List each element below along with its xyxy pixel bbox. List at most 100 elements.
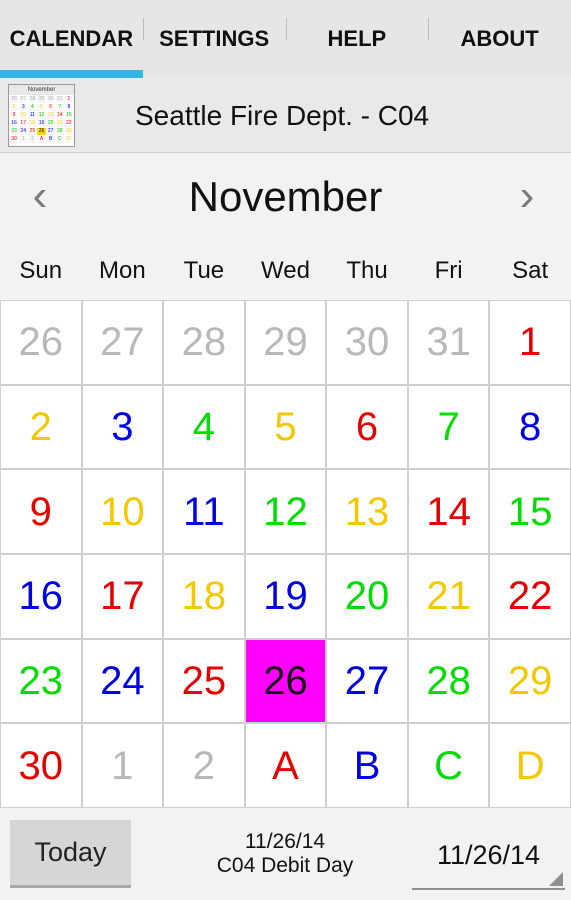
date-select[interactable]: 11/26/14 xyxy=(412,834,565,890)
thumbnail-day: 31 xyxy=(55,96,64,103)
tab-calendar[interactable]: CALENDAR xyxy=(0,0,143,78)
thumbnail-day: 30 xyxy=(10,136,19,143)
day-cell[interactable]: 8 xyxy=(490,385,570,469)
day-cell[interactable]: 29 xyxy=(490,639,570,723)
day-cell[interactable]: 13 xyxy=(327,470,407,553)
day-cell[interactable]: 27 xyxy=(82,301,163,384)
day-cell[interactable]: 30 xyxy=(1,724,81,807)
thumbnail-day: 22 xyxy=(64,120,73,127)
thumbnail-day: 24 xyxy=(19,128,28,135)
day-cell[interactable]: 1 xyxy=(490,301,570,384)
thumbnail-day: 19 xyxy=(37,120,46,127)
day-cell[interactable]: 27 xyxy=(327,639,407,723)
thumbnail-day: A xyxy=(37,136,46,143)
app-header: November 26 27 28 29 30 31 1 2 3 4 5 6 7 8 9 10 11 12 13 14… xyxy=(0,78,571,153)
day-cell[interactable]: C xyxy=(408,724,489,807)
day-cell[interactable]: 21 xyxy=(408,554,489,638)
day-cell[interactable]: 7 xyxy=(408,385,489,469)
day-cell[interactable]: 10 xyxy=(82,470,163,553)
thumbnail-day: 29 xyxy=(37,96,46,103)
thumbnail-day: 28 xyxy=(55,128,64,135)
thumbnail-day: 26 xyxy=(10,96,19,103)
day-cell[interactable]: 22 xyxy=(490,554,570,638)
thumbnail-day: B xyxy=(46,136,55,143)
page-title: Seattle Fire Dept. - C04 xyxy=(135,100,430,131)
day-cell-selected[interactable]: 26 xyxy=(245,639,326,723)
thumbnail-day: 13 xyxy=(46,112,55,119)
thumbnail-day: 1 xyxy=(64,96,73,103)
weekday-mon: Mon xyxy=(99,257,146,284)
thumbnail-day: 21 xyxy=(55,120,64,127)
day-cell[interactable]: 16 xyxy=(1,554,81,638)
day-cell[interactable]: 11 xyxy=(164,470,244,553)
day-cell[interactable]: A xyxy=(245,724,326,807)
thumbnail-day: 7 xyxy=(55,104,64,111)
day-cell[interactable]: 9 xyxy=(1,470,81,553)
day-cell[interactable]: 2 xyxy=(164,724,244,807)
weekday-fri: Fri xyxy=(434,257,463,284)
day-cell[interactable]: 6 xyxy=(327,385,407,469)
day-cell[interactable]: 1 xyxy=(82,724,163,807)
spinner-corner-icon xyxy=(549,872,563,886)
day-cell[interactable]: 15 xyxy=(490,470,570,553)
weekday-sun: Sun xyxy=(19,257,63,284)
day-cell[interactable]: 2 xyxy=(1,385,81,469)
day-cell[interactable]: 12 xyxy=(245,470,326,553)
thumbnail-day: 9 xyxy=(10,112,19,119)
weekday-tue: Tue xyxy=(183,257,225,284)
thumbnail-day: 4 xyxy=(28,104,37,111)
day-cell[interactable]: 3 xyxy=(82,385,163,469)
thumbnail-day: 15 xyxy=(64,112,73,119)
thumbnail-day: 1 xyxy=(19,136,28,143)
day-cell[interactable]: 14 xyxy=(408,470,489,553)
day-cell[interactable]: B xyxy=(327,724,407,807)
weekday-header: Sun Mon Tue Wed Thu Fri Sat xyxy=(0,248,571,296)
day-cell[interactable]: 31 xyxy=(408,301,489,384)
day-cell[interactable]: 25 xyxy=(164,639,244,723)
thumbnail-day: 11 xyxy=(28,112,37,119)
thumbnail-day: 27 xyxy=(19,96,28,103)
day-cell[interactable]: 5 xyxy=(245,385,326,469)
chevron-right-icon[interactable]: › xyxy=(507,173,547,223)
footer-bar: Today 11/26/14 C04 Debit Day 11/26/14 xyxy=(0,810,571,900)
day-cell[interactable]: 19 xyxy=(245,554,326,638)
weekday-wed: Wed xyxy=(261,257,310,284)
thumbnail-day: 5 xyxy=(37,104,46,111)
selected-date-info: 11/26/14 C04 Debit Day xyxy=(195,830,375,878)
thumbnail-day: 12 xyxy=(37,112,46,119)
calendar-grid: 26 27 28 29 30 31 1 2 3 4 5 6 7 8 9 10 11 12 13 14 15 16 17 18 1… xyxy=(0,300,571,808)
tab-about[interactable]: ABOUT xyxy=(428,0,571,78)
calendar-thumbnail-icon[interactable]: November 26 27 28 29 30 31 1 2 3 4 5 6 7 8 9 10 11 12 13 14… xyxy=(8,84,75,147)
thumbnail-day: D xyxy=(64,136,73,143)
thumbnail-day: 2 xyxy=(28,136,37,143)
weekday-thu: Thu xyxy=(346,257,388,284)
day-cell[interactable]: 28 xyxy=(408,639,489,723)
thumbnail-month: November xyxy=(9,85,74,95)
day-cell[interactable]: 29 xyxy=(245,301,326,384)
tab-help[interactable]: HELP xyxy=(285,0,429,78)
day-cell[interactable]: 4 xyxy=(164,385,244,469)
thumbnail-day: 20 xyxy=(46,120,55,127)
thumbnail-day: 16 xyxy=(10,120,19,127)
day-cell[interactable]: 28 xyxy=(164,301,244,384)
weekday-sat: Sat xyxy=(512,257,549,284)
day-cell[interactable]: 26 xyxy=(1,301,81,384)
tab-settings[interactable]: SETTINGS xyxy=(142,0,286,78)
thumbnail-day: 18 xyxy=(28,120,37,127)
thumbnail-day: 29 xyxy=(64,128,73,135)
day-cell[interactable]: 24 xyxy=(82,639,163,723)
thumbnail-day: 17 xyxy=(19,120,28,127)
day-cell[interactable]: D xyxy=(490,724,570,807)
thumbnail-day: 8 xyxy=(64,104,73,111)
thumbnail-day: 10 xyxy=(19,112,28,119)
day-cell[interactable]: 23 xyxy=(1,639,81,723)
today-button[interactable]: Today xyxy=(10,820,131,888)
day-cell[interactable]: 18 xyxy=(164,554,244,638)
month-title: November xyxy=(188,173,383,220)
thumbnail-day: 2 xyxy=(10,104,19,111)
day-cell[interactable]: 20 xyxy=(327,554,407,638)
tab-bar: CALENDAR SETTINGS HELP ABOUT xyxy=(0,0,571,78)
day-cell[interactable]: 17 xyxy=(82,554,163,638)
thumbnail-day: 28 xyxy=(28,96,37,103)
day-cell[interactable]: 30 xyxy=(327,301,407,384)
